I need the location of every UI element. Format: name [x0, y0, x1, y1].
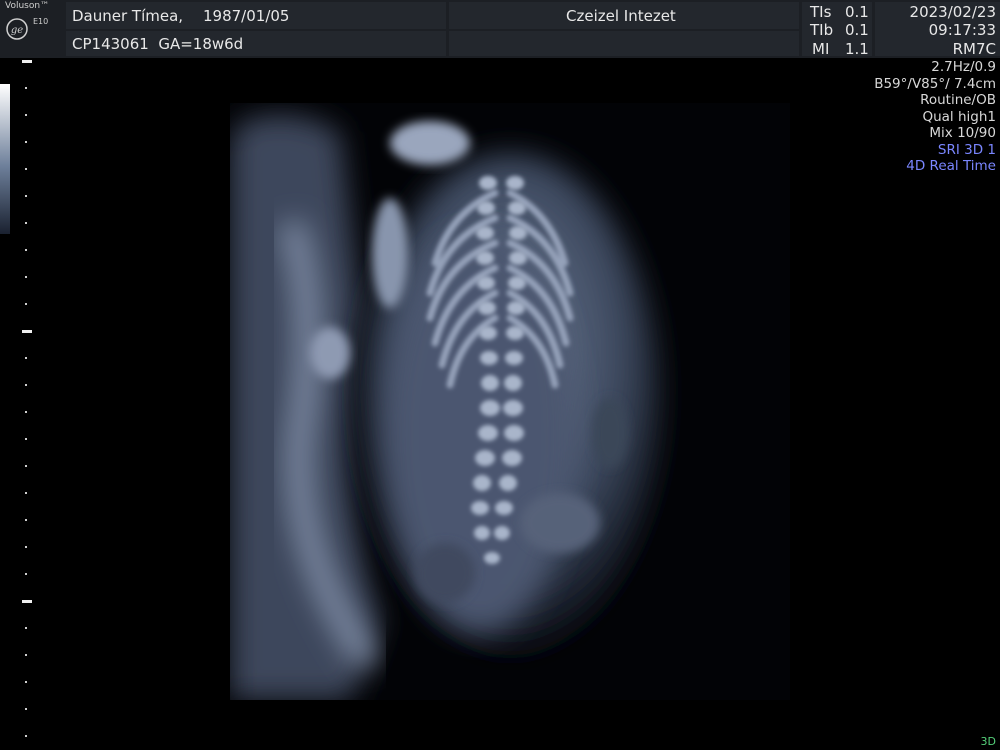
- ruler-minor-tick: [25, 168, 27, 170]
- index-tis-value: 0.1: [845, 3, 869, 21]
- brand-area: Voluson™ ge E10: [0, 0, 64, 58]
- ruler-major-tick: [22, 600, 32, 603]
- ruler-minor-tick: [25, 276, 27, 278]
- ruler-minor-tick: [25, 546, 27, 548]
- probe-name: RM7C: [952, 40, 996, 58]
- patient-id-ga: CP143061 GA=18w6d: [72, 35, 244, 53]
- ruler-minor-tick: [25, 654, 27, 656]
- settings-panel: 2.7Hz/0.9 B59°/V85°/ 7.4cm Routine/OB Qu…: [874, 59, 996, 175]
- ruler-minor-tick: [25, 708, 27, 710]
- ruler-minor-tick: [25, 357, 27, 359]
- ruler-major-tick: [22, 60, 32, 63]
- institution-name: Czeizel Intezet: [566, 7, 676, 25]
- index-mi-value: 1.1: [845, 40, 869, 58]
- ruler-minor-tick: [25, 411, 27, 413]
- view-mode-label: 3D: [980, 735, 996, 748]
- exam-date: 2023/02/23: [909, 3, 996, 21]
- ruler-minor-tick: [25, 87, 27, 89]
- ruler-minor-tick: [25, 249, 27, 251]
- index-tib-label: TIb: [810, 21, 834, 39]
- fetal-3d-render-image: [230, 115, 660, 700]
- ge-logo-icon: ge: [6, 18, 28, 40]
- index-tis-label: TIs: [810, 3, 832, 21]
- brand-name: Voluson™: [5, 1, 50, 11]
- ruler-minor-tick: [25, 492, 27, 494]
- index-mi-label: MI: [812, 40, 830, 58]
- ruler-minor-tick: [25, 222, 27, 224]
- ruler-minor-tick: [25, 114, 27, 116]
- empty-cell: [449, 31, 799, 56]
- ruler-minor-tick: [25, 465, 27, 467]
- frame-rate: 2.7Hz/0.9: [931, 59, 996, 75]
- sri-setting: SRI 3D 1: [937, 141, 996, 158]
- info-header: Voluson™ ge E10 Dauner Tímea, 1987/01/05…: [0, 0, 1000, 58]
- ruler-major-tick: [22, 330, 32, 333]
- ruler-minor-tick: [25, 735, 27, 737]
- svg-text:ge: ge: [11, 25, 23, 36]
- ruler-minor-tick: [25, 384, 27, 386]
- ruler-minor-tick: [25, 141, 27, 143]
- index-tib-value: 0.1: [845, 21, 869, 39]
- brand-model: E10: [33, 17, 49, 26]
- quality-setting: Qual high1: [922, 108, 996, 125]
- ruler-minor-tick: [25, 627, 27, 629]
- ruler-minor-tick: [25, 195, 27, 197]
- ruler-minor-tick: [25, 573, 27, 575]
- exam-preset: Routine/OB: [920, 92, 996, 108]
- ruler-minor-tick: [25, 681, 27, 683]
- ruler-minor-tick: [25, 438, 27, 440]
- mix-setting: Mix 10/90: [929, 125, 996, 141]
- gray-scale-bar: [0, 84, 10, 234]
- ruler-minor-tick: [25, 303, 27, 305]
- exam-time: 09:17:33: [928, 21, 996, 39]
- ultrasound-render-view[interactable]: [230, 103, 790, 700]
- depth-ruler: [22, 60, 36, 750]
- scan-mode: 4D Real Time: [906, 158, 996, 174]
- patient-dob: 1987/01/05: [203, 7, 290, 25]
- angles-depth: B59°/V85°/ 7.4cm: [874, 75, 996, 92]
- ruler-minor-tick: [25, 519, 27, 521]
- patient-name: Dauner Tímea,: [72, 7, 184, 25]
